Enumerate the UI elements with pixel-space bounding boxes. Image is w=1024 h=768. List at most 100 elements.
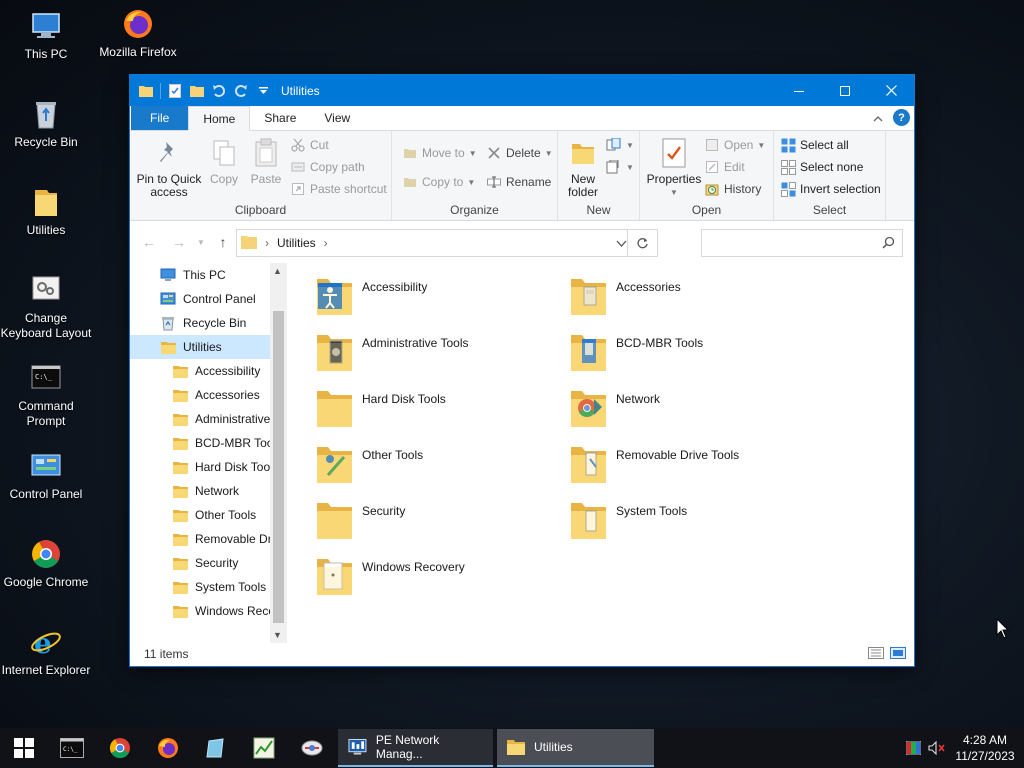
tab-file[interactable]: File <box>131 106 189 130</box>
title-bar[interactable]: Utilities <box>130 75 914 106</box>
close-button[interactable] <box>868 75 914 106</box>
breadcrumb-utilities[interactable]: Utilities <box>277 236 316 250</box>
easy-access-button[interactable]: ▼ <box>606 157 634 177</box>
nav-item-control-panel[interactable]: Control Panel <box>130 287 270 311</box>
taskbar-task-manager-icon[interactable] <box>240 728 288 768</box>
properties-qat-icon[interactable] <box>167 83 183 99</box>
rename-button[interactable]: Rename <box>486 172 551 192</box>
desktop-icon-utilities[interactable]: Utilities <box>0 184 92 238</box>
folder-item-accessories[interactable]: Accessories <box>568 273 808 323</box>
desktop-icon-internet-explorer[interactable]: e Internet Explorer <box>0 624 92 678</box>
address-history-chevron-icon[interactable] <box>616 236 627 250</box>
nav-item-accessories[interactable]: Accessories <box>130 383 270 407</box>
clock[interactable]: 4:28 AM 11/27/2023 <box>950 732 1020 764</box>
tab-share[interactable]: Share <box>250 106 310 130</box>
desktop-icon-control-panel[interactable]: Control Panel <box>0 448 92 502</box>
copy-path-button[interactable]: Copy path <box>290 157 365 177</box>
taskbar-task-utilities[interactable]: Utilities <box>497 729 654 767</box>
paste-shortcut-button[interactable]: Paste shortcut <box>290 179 387 199</box>
maximize-button[interactable] <box>822 75 868 106</box>
address-bar[interactable]: › Utilities › <box>236 229 658 257</box>
start-button[interactable] <box>0 728 48 768</box>
history-button[interactable]: History <box>704 179 761 199</box>
breadcrumb-separator-icon[interactable]: › <box>324 236 328 250</box>
nav-item-accessibility[interactable]: Accessibility <box>130 359 270 383</box>
up-arrow-icon[interactable]: ↑ <box>212 231 234 253</box>
details-view-icon[interactable] <box>868 647 884 662</box>
scroll-up-arrow-icon[interactable]: ▲ <box>273 266 282 276</box>
undo-icon[interactable] <box>211 83 227 99</box>
folder-item-administrative-tools[interactable]: Administrative Tools <box>314 329 554 379</box>
new-item-button[interactable]: ▼ <box>606 135 634 155</box>
color-palette-tray-icon[interactable] <box>902 728 924 768</box>
taskbar-task-pe-network-manager[interactable]: PE Network Manag... <box>338 729 493 767</box>
taskbar-firefox-icon[interactable] <box>144 728 192 768</box>
nav-item-removable-drive-tools[interactable]: Removable Drive Tools <box>130 527 270 551</box>
invert-selection-button[interactable]: Invert selection <box>780 179 881 199</box>
folder-icon <box>172 435 188 451</box>
nav-item-bcd-mbr-tools[interactable]: BCD-MBR Tools <box>130 431 270 455</box>
forward-arrow-icon[interactable]: → <box>168 231 190 253</box>
customize-toolbar-chevron-icon[interactable] <box>255 83 271 99</box>
nav-item-security[interactable]: Security <box>130 551 270 575</box>
refresh-button[interactable] <box>627 230 657 256</box>
nav-item-network[interactable]: Network <box>130 479 270 503</box>
folder-item-windows-recovery[interactable]: Windows Recovery <box>314 553 554 603</box>
help-icon[interactable]: ? <box>893 109 910 126</box>
taskbar-network-tool-icon[interactable] <box>288 728 336 768</box>
taskbar-notes-icon[interactable] <box>192 728 240 768</box>
recent-locations-chevron-icon[interactable]: ▼ <box>194 231 208 253</box>
nav-item-recycle-bin[interactable]: Recycle Bin <box>130 311 270 335</box>
new-folder-qat-icon[interactable] <box>189 83 205 99</box>
folder-item-hard-disk-tools[interactable]: Hard Disk Tools <box>314 385 554 435</box>
desktop-icon-change-keyboard-layout[interactable]: Change Keyboard Layout <box>0 272 92 341</box>
copy-button[interactable]: Copy <box>206 137 242 186</box>
search-input[interactable] <box>701 229 903 257</box>
select-all-button[interactable]: Select all <box>780 135 849 155</box>
minimize-button[interactable] <box>776 75 822 106</box>
redo-icon[interactable] <box>233 83 249 99</box>
scrollbar-thumb[interactable] <box>273 311 284 623</box>
desktop-icon-command-prompt[interactable]: C:\_ Command Prompt <box>0 360 92 429</box>
nav-item-administrative-tools[interactable]: Administrative Tools <box>130 407 270 431</box>
select-none-button[interactable]: Select none <box>780 157 863 177</box>
desktop-icon-firefox[interactable]: Mozilla Firefox <box>92 6 184 60</box>
collapse-ribbon-chevron-icon[interactable] <box>873 111 883 125</box>
nav-item-this-pc[interactable]: This PC <box>130 263 270 287</box>
folder-item-removable-drive-tools[interactable]: Removable Drive Tools <box>568 441 808 491</box>
delete-button[interactable]: Delete ▼ <box>486 143 553 163</box>
desktop-icon-recycle-bin[interactable]: Recycle Bin <box>0 96 92 150</box>
folder-item-bcd-mbr-tools[interactable]: BCD-MBR Tools <box>568 329 808 379</box>
folder-item-security[interactable]: Security <box>314 497 554 547</box>
volume-muted-icon[interactable] <box>924 728 950 768</box>
large-icons-view-icon[interactable] <box>890 647 906 662</box>
folder-item-other-tools[interactable]: Other Tools <box>314 441 554 491</box>
open-button[interactable]: Open ▼ <box>704 135 765 155</box>
new-folder-button[interactable]: New folder <box>562 137 604 199</box>
taskbar-chrome-icon[interactable] <box>96 728 144 768</box>
back-arrow-icon[interactable]: ← <box>138 231 160 253</box>
edit-button[interactable]: Edit <box>704 157 745 177</box>
folder-item-network[interactable]: Network <box>568 385 808 435</box>
folder-icon <box>172 411 188 427</box>
folder-item-accessibility[interactable]: Accessibility <box>314 273 554 323</box>
scroll-down-arrow-icon[interactable]: ▼ <box>273 630 282 640</box>
taskbar-command-prompt-icon[interactable]: C:\_ <box>48 728 96 768</box>
cut-button[interactable]: Cut <box>290 135 329 155</box>
paste-button[interactable]: Paste <box>248 137 284 186</box>
folder-item-system-tools[interactable]: System Tools <box>568 497 808 547</box>
nav-item-other-tools[interactable]: Other Tools <box>130 503 270 527</box>
desktop-icon-this-pc[interactable]: This PC <box>0 8 92 62</box>
nav-item-system-tools[interactable]: System Tools <box>130 575 270 599</box>
nav-scrollbar[interactable]: ▲ ▼ <box>270 263 287 643</box>
move-to-button[interactable]: Move to ▼ <box>402 143 477 163</box>
tab-home[interactable]: Home <box>188 106 251 131</box>
desktop-icon-google-chrome[interactable]: Google Chrome <box>0 536 92 590</box>
pin-to-quick-access-button[interactable]: Pin to Quick access <box>136 137 202 199</box>
nav-item-windows-recovery[interactable]: Windows Recovery <box>130 599 270 623</box>
copy-to-button[interactable]: Copy to ▼ <box>402 172 475 192</box>
nav-item-utilities[interactable]: Utilities <box>130 335 270 359</box>
properties-button[interactable]: Properties ▼ <box>646 137 702 199</box>
nav-item-hard-disk-tools[interactable]: Hard Disk Tools <box>130 455 270 479</box>
tab-view[interactable]: View <box>310 106 364 130</box>
